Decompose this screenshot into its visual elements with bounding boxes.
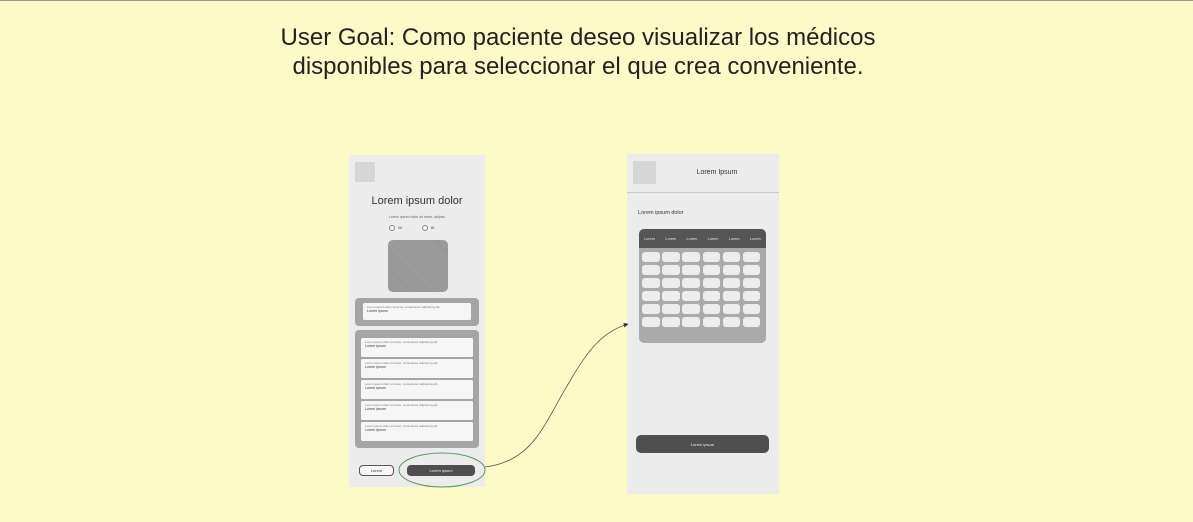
time-slot-cell[interactable] <box>642 291 660 301</box>
selected-card-container: Lorem ipsum dolor sit amet, consectetur … <box>355 298 479 326</box>
grid-header: Lorem Lorem Lorem Lorem Lorem Lorem <box>639 229 766 248</box>
radio-label: Iltt <box>398 226 402 230</box>
secondary-button[interactable]: Lorem <box>359 465 394 476</box>
primary-button[interactable]: Lorem ipsum <box>407 465 475 476</box>
time-slot-cell[interactable] <box>742 252 761 262</box>
time-slot-cell[interactable] <box>642 304 660 314</box>
time-slot-cell[interactable] <box>702 291 721 301</box>
wireframe-screen-doctor-list: Lorem ipsum dolor Lorem ipsum dolor sit … <box>349 155 485 487</box>
radio-group: Iltt Iltt <box>389 225 434 231</box>
list-item-title: Lorem ipsum <box>365 407 386 411</box>
time-slot-cell[interactable] <box>702 317 721 327</box>
list-item-title: Lorem ipsum <box>365 386 386 390</box>
time-slot-cell[interactable] <box>662 304 680 314</box>
radio-option-2[interactable]: Iltt <box>421 225 435 231</box>
radio-option-1[interactable]: Iltt <box>389 225 402 231</box>
time-slot-cell[interactable] <box>662 317 680 327</box>
selected-doctor-card[interactable]: Lorem ipsum dolor sit amet, consectetur … <box>363 303 471 320</box>
time-slot-cell[interactable] <box>682 265 700 275</box>
list-item-title: Lorem ipsum <box>365 365 386 369</box>
grid-column-header: Lorem <box>665 236 677 241</box>
logo-placeholder <box>355 162 375 182</box>
primary-button[interactable]: Lorem ipsum <box>636 435 769 453</box>
time-slot-cell[interactable] <box>742 265 761 275</box>
time-slot-cell[interactable] <box>702 304 721 314</box>
time-slot-cell[interactable] <box>702 252 721 262</box>
time-slot-cell[interactable] <box>682 304 700 314</box>
time-slot-cell[interactable] <box>642 265 660 275</box>
grid-column-header: Lorem <box>728 236 740 241</box>
card-title: Lorem ipsum <box>367 309 388 313</box>
list-item-title: Lorem ipsum <box>365 428 386 432</box>
screen-subtitle: Lorem ipsum dolor sit amet, adipisc <box>388 215 446 219</box>
grid-column-header: Lorem <box>749 236 761 241</box>
schedule-grid: Lorem Lorem Lorem Lorem Lorem Lorem <box>639 229 766 343</box>
time-slot-cell[interactable] <box>702 278 721 288</box>
user-goal-text: User Goal: Como paciente deseo visualiza… <box>280 24 876 80</box>
list-item-title: Lorem ipsum <box>365 344 386 348</box>
time-slot-cell[interactable] <box>642 317 660 327</box>
grid-column-header: Lorem <box>686 236 698 241</box>
list-item[interactable]: Lorem ipsum dolor sit amet, consectetur … <box>361 359 473 378</box>
time-slot-cell[interactable] <box>662 252 680 262</box>
time-slot-cell[interactable] <box>742 291 761 301</box>
radio-label: Iltt <box>430 226 435 230</box>
time-slot-cell[interactable] <box>662 265 680 275</box>
time-slot-cell[interactable] <box>742 278 761 288</box>
time-slot-cell[interactable] <box>722 278 741 288</box>
time-slot-cell[interactable] <box>742 304 761 314</box>
time-slot-cell[interactable] <box>722 304 741 314</box>
screen-title: Lorem ipsum dolor <box>371 195 463 207</box>
header-divider <box>627 192 779 193</box>
time-slot-cell[interactable] <box>722 317 741 327</box>
radio-circle <box>421 225 428 231</box>
time-slot-cell[interactable] <box>642 278 660 288</box>
time-slot-cell[interactable] <box>722 265 741 275</box>
wireframe-screen-schedule: Lorem Ipsum Lorem ipsum dolor Lorem Lore… <box>627 154 779 494</box>
time-slot-cell[interactable] <box>682 278 700 288</box>
time-slot-cell[interactable] <box>662 278 680 288</box>
list-item[interactable]: Lorem ipsum dolor sit amet, consectetur … <box>361 380 473 399</box>
time-slot-cell[interactable] <box>742 317 761 327</box>
list-item[interactable]: Lorem ipsum dolor sit amet, consectetur … <box>361 401 473 420</box>
image-placeholder <box>388 240 448 292</box>
back-placeholder-icon[interactable] <box>633 161 656 184</box>
section-label: Lorem ipsum dolor <box>638 210 684 216</box>
time-slot-cell[interactable] <box>682 252 700 262</box>
flow-arrow <box>484 322 629 468</box>
list-item[interactable]: Lorem ipsum dolor sit amet, consectetur … <box>361 422 473 441</box>
time-slot-cell[interactable] <box>722 252 741 262</box>
time-slot-cell[interactable] <box>642 252 660 262</box>
grid-column-header: Lorem <box>707 236 719 241</box>
time-slot-cell[interactable] <box>682 291 700 301</box>
radio-circle <box>389 225 395 231</box>
list-item[interactable]: Lorem ipsum dolor sit amet, consectetur … <box>361 338 473 357</box>
time-slot-cell[interactable] <box>662 291 680 301</box>
doctor-list-container: Lorem ipsum dolor sit amet, consectetur … <box>355 330 479 448</box>
header-title: Lorem Ipsum <box>696 169 738 176</box>
time-slot-cell[interactable] <box>722 291 741 301</box>
grid-column-header: Lorem <box>644 236 655 241</box>
time-slot-cell[interactable] <box>682 317 700 327</box>
time-slot-cell[interactable] <box>702 265 721 275</box>
slot-grid <box>642 252 761 327</box>
